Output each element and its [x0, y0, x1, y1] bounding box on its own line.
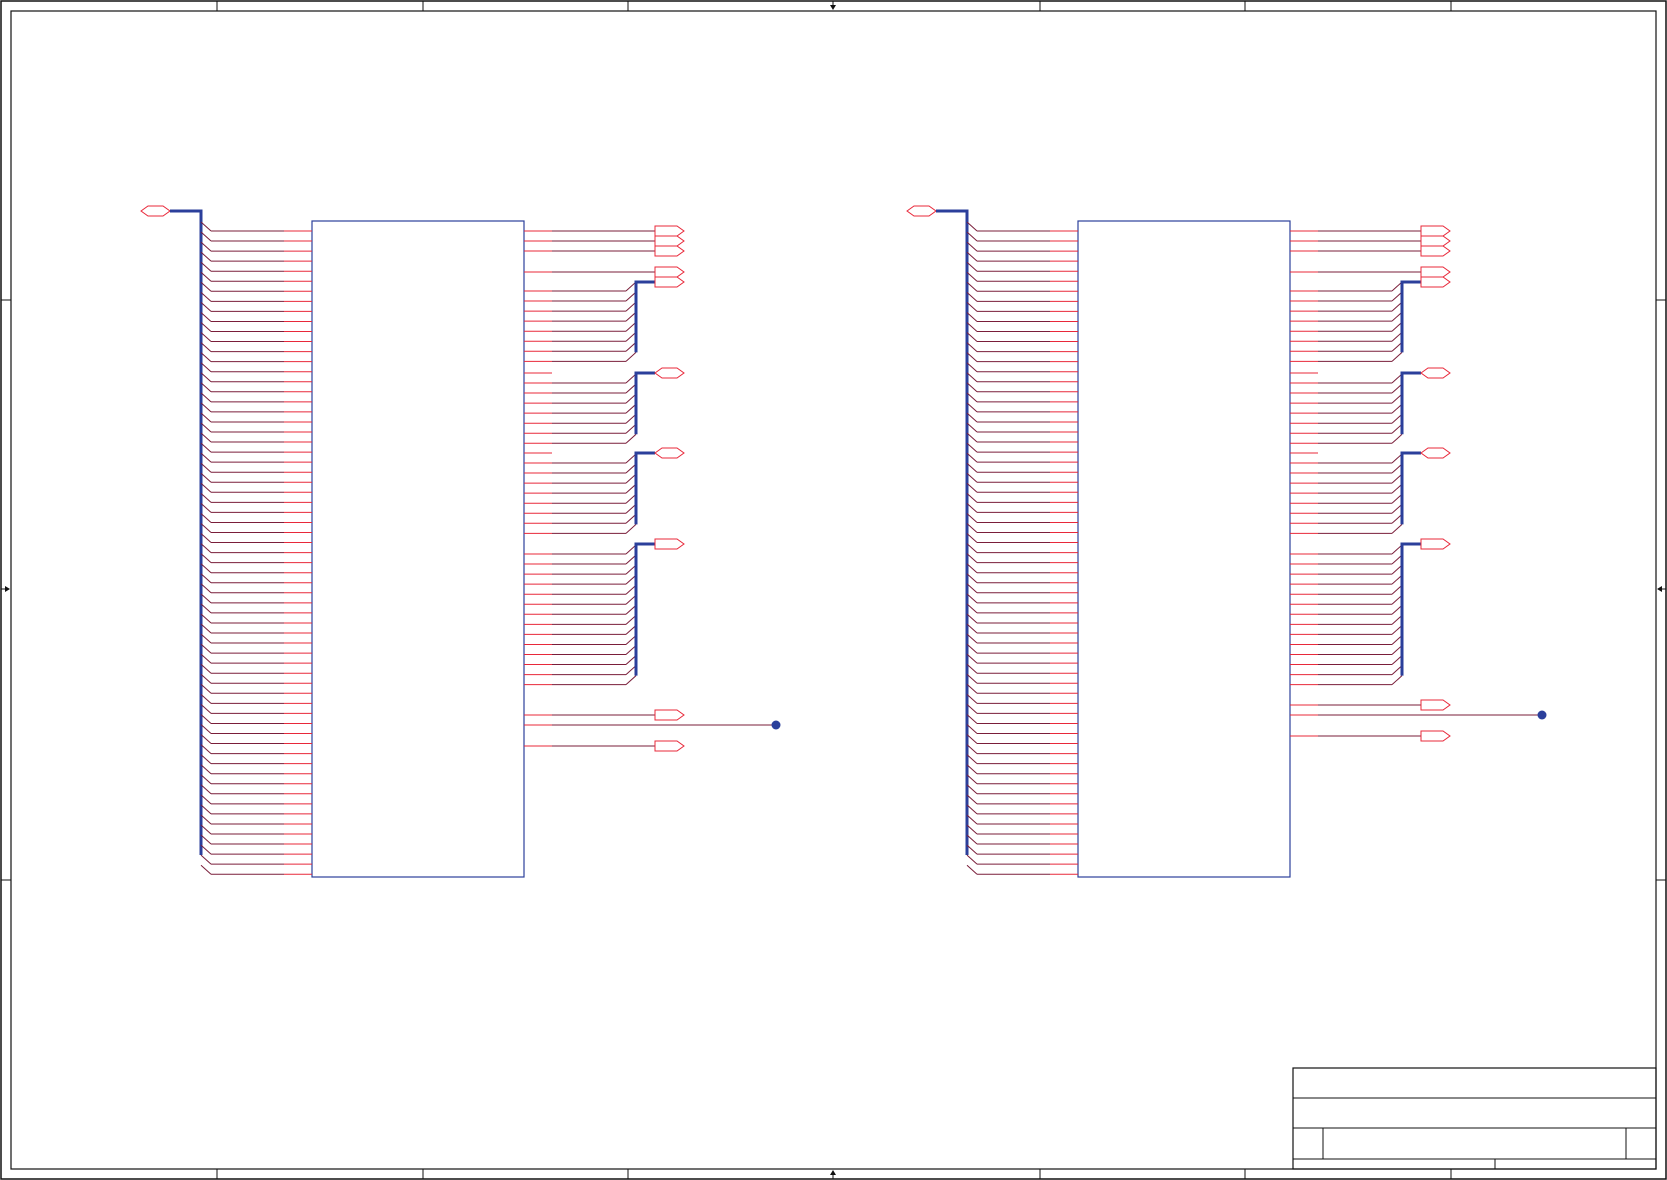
- net-junction-dot: [771, 720, 781, 730]
- output-bus-entry: [625, 523, 637, 534]
- output-bus-line: [634, 371, 655, 435]
- output-bus-line: [1400, 451, 1421, 525]
- bidirectional-bus-port: [654, 447, 685, 459]
- output-port: [654, 245, 685, 257]
- title-block: [1292, 1067, 1657, 1170]
- bus-entry: [966, 854, 978, 865]
- output-bus-line: [1400, 280, 1421, 353]
- bus-entry: [200, 864, 212, 875]
- inner-border: [10, 10, 1657, 1170]
- net-junction-dot: [1537, 710, 1547, 720]
- component-box: [1077, 220, 1291, 878]
- schematic-left-instance: [140, 205, 781, 878]
- schematic-right-instance: [906, 205, 1547, 878]
- sheet-frame: [0, 0, 1667, 1180]
- input-bus-line: [170, 209, 203, 855]
- bidirectional-bus-port: [1420, 367, 1451, 379]
- output-bus-entry: [625, 351, 637, 362]
- output-bus-line: [1400, 371, 1421, 435]
- output-bus-line: [1400, 542, 1421, 676]
- output-bus-entry: [625, 433, 637, 444]
- output-bus-port: [654, 276, 685, 288]
- input-bus-line: [936, 209, 969, 855]
- output-bus-entry: [625, 675, 637, 686]
- bidirectional-bus-port: [1420, 447, 1451, 459]
- output-bus-entry: [1391, 523, 1403, 534]
- control-output-port: [1420, 730, 1451, 742]
- output-bus-line: [634, 280, 655, 353]
- output-port: [1420, 235, 1451, 247]
- output-bus-entry: [1391, 351, 1403, 362]
- output-bus-port: [654, 538, 685, 550]
- control-output-port: [1420, 699, 1451, 711]
- output-port: [1420, 225, 1451, 237]
- output-bus-port: [1420, 538, 1451, 550]
- output-port: [654, 235, 685, 247]
- component-box: [311, 220, 525, 878]
- control-output-port: [654, 709, 685, 721]
- output-port: [1420, 266, 1451, 278]
- output-bus-line: [634, 451, 655, 525]
- output-port: [654, 266, 685, 278]
- title-block-border: [1292, 1067, 1657, 1170]
- input-bus-port: [140, 205, 171, 217]
- bus-entry: [200, 854, 212, 865]
- output-bus-entry: [1391, 433, 1403, 444]
- output-port: [1420, 245, 1451, 257]
- output-port: [654, 225, 685, 237]
- schematic-sheet: [0, 0, 1667, 1180]
- input-bus-port: [906, 205, 937, 217]
- control-output-port: [654, 740, 685, 752]
- outer-border: [0, 0, 1667, 1180]
- bus-entry: [966, 864, 978, 875]
- output-bus-line: [634, 542, 655, 676]
- output-bus-port: [1420, 276, 1451, 288]
- output-bus-entry: [1391, 675, 1403, 686]
- bidirectional-bus-port: [654, 367, 685, 379]
